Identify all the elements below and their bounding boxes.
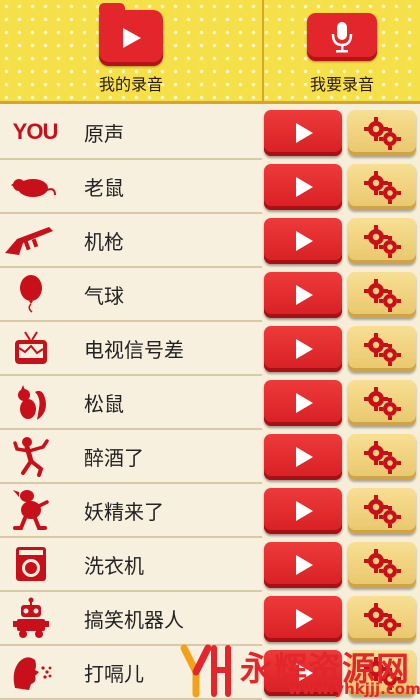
drunk-person-icon (0, 430, 62, 482)
effect-row-tv[interactable]: 电视信号差 (0, 322, 262, 376)
play-icon (296, 501, 313, 521)
watermark-logo-icon (180, 644, 231, 698)
play-icon (296, 231, 313, 251)
effect-label: 妖精来了 (84, 499, 164, 524)
effect-row-original[interactable]: YOU 原声 (0, 106, 262, 160)
play-button[interactable] (264, 164, 342, 210)
gears-icon (364, 441, 401, 474)
play-icon (296, 447, 313, 467)
squirrel-icon (0, 376, 62, 428)
you-text-icon: YOU (12, 119, 59, 144)
effect-row-mouse[interactable]: 老鼠 (0, 160, 262, 214)
effect-label: 洗衣机 (84, 553, 144, 578)
list-item: 妖精来了 (0, 484, 420, 538)
gears-icon (364, 549, 401, 582)
effect-label: 醉酒了 (84, 445, 144, 470)
play-button[interactable] (264, 272, 342, 318)
effect-label: 原声 (84, 121, 124, 146)
machine-gun-icon (0, 214, 62, 266)
my-recordings-tab[interactable]: 我的录音 (0, 0, 262, 101)
play-icon (296, 339, 313, 359)
settings-button[interactable] (348, 380, 416, 426)
list-item: 电视信号差 (0, 322, 420, 376)
effect-label: 搞笑机器人 (84, 607, 184, 632)
list-item: 老鼠 (0, 160, 420, 214)
mouse-icon (0, 160, 62, 212)
effect-row-robot[interactable]: 搞笑机器人 (0, 592, 262, 646)
list-item: 气球 (0, 268, 420, 322)
goblin-icon (0, 484, 62, 536)
effect-label: 打嗝儿 (84, 661, 144, 686)
play-icon (296, 393, 313, 413)
settings-button[interactable] (348, 488, 416, 534)
list-item: YOU 原声 (0, 106, 420, 160)
effect-row-machine-gun[interactable]: 机枪 (0, 214, 262, 268)
play-button[interactable] (264, 110, 342, 156)
play-icon (296, 123, 313, 143)
microphone-icon[interactable] (307, 13, 377, 61)
effect-row-drunk[interactable]: 醉酒了 (0, 430, 262, 484)
play-icon (296, 555, 313, 575)
gears-icon (364, 495, 401, 528)
gears-icon (364, 117, 401, 150)
watermark-url: www.yhkjjj.com (288, 680, 420, 698)
hiccup-head-icon (0, 646, 62, 698)
effect-row-washing-machine[interactable]: 洗衣机 (0, 538, 262, 592)
gears-icon (364, 279, 401, 312)
play-button[interactable] (264, 488, 342, 534)
settings-button[interactable] (348, 272, 416, 318)
gears-icon (364, 333, 401, 366)
play-button[interactable] (264, 542, 342, 588)
list-item: 松鼠 (0, 376, 420, 430)
effect-row-squirrel[interactable]: 松鼠 (0, 376, 262, 430)
gears-icon (364, 171, 401, 204)
washing-machine-icon (0, 538, 62, 590)
settings-button[interactable] (348, 542, 416, 588)
header-bar: 我的录音 我要录音 (0, 0, 420, 104)
gears-icon (364, 603, 401, 636)
list-item: 洗衣机 (0, 538, 420, 592)
effect-label: 老鼠 (84, 175, 124, 200)
effect-row-goblin[interactable]: 妖精来了 (0, 484, 262, 538)
play-button[interactable] (264, 218, 342, 264)
settings-button[interactable] (348, 164, 416, 210)
gears-icon (364, 387, 401, 420)
play-button[interactable] (264, 596, 342, 642)
play-button[interactable] (264, 380, 342, 426)
play-icon (296, 177, 313, 197)
settings-button[interactable] (348, 596, 416, 642)
list-item: 醉酒了 (0, 430, 420, 484)
gears-icon (364, 225, 401, 258)
effect-label: 松鼠 (84, 391, 124, 416)
play-icon (296, 285, 313, 305)
watermark: 永辉资源网 www.yhkjjj.com (178, 640, 420, 700)
settings-button[interactable] (348, 326, 416, 372)
play-button[interactable] (264, 326, 342, 372)
settings-button[interactable] (348, 110, 416, 156)
effect-row-balloon[interactable]: 气球 (0, 268, 262, 322)
effect-label: 气球 (84, 283, 124, 308)
record-tab[interactable]: 我要录音 (262, 0, 420, 101)
list-item: 搞笑机器人 (0, 592, 420, 646)
effect-label: 电视信号差 (84, 337, 184, 362)
effect-label: 机枪 (84, 229, 124, 254)
tv-icon (0, 322, 62, 374)
record-label: 我要录音 (309, 75, 374, 94)
balloon-icon (0, 268, 62, 320)
play-icon (296, 609, 313, 629)
settings-button[interactable] (348, 218, 416, 264)
folder-play-icon[interactable] (99, 3, 163, 66)
play-button[interactable] (264, 434, 342, 480)
my-recordings-label: 我的录音 (98, 75, 163, 94)
list-item: 机枪 (0, 214, 420, 268)
robot-icon (0, 592, 62, 644)
settings-button[interactable] (348, 434, 416, 480)
